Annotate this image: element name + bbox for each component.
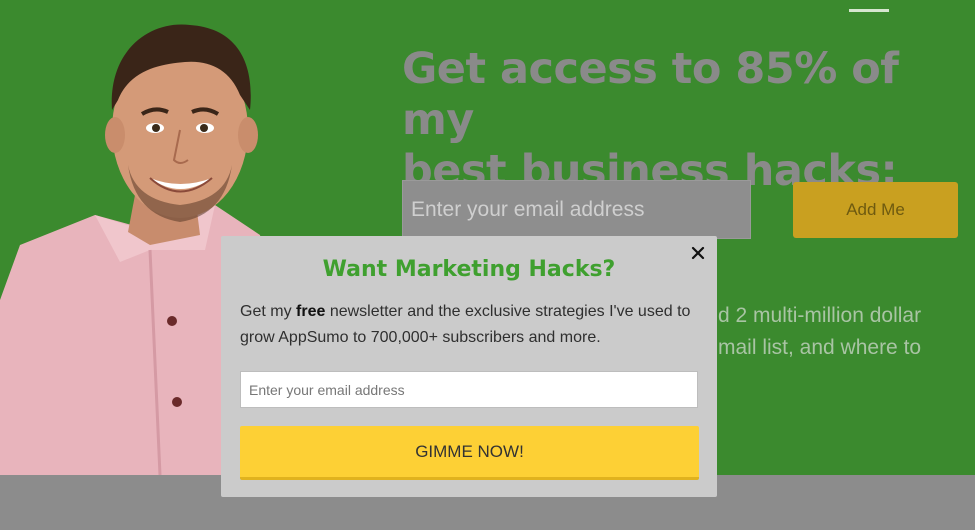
gimme-now-button[interactable]: GIMME NOW!	[240, 426, 699, 480]
hero-email-input[interactable]: Enter your email address	[402, 180, 751, 239]
modal-text-bold: free	[296, 303, 326, 320]
newsletter-modal: Want Marketing Hacks? Get my free newsle…	[221, 236, 717, 497]
headline: Get access to 85% of my best business ha…	[402, 44, 972, 197]
decorative-line	[849, 9, 889, 12]
add-me-button[interactable]: Add Me	[793, 182, 958, 238]
hero-body-line-2: mail list, and where to	[718, 336, 922, 359]
modal-text-prefix: Get my	[240, 303, 297, 320]
headline-line-1: Get access to 85% of my	[402, 44, 899, 145]
modal-description: Get my free newsletter and the exclusive…	[240, 299, 700, 351]
modal-title: Want Marketing Hacks?	[322, 257, 616, 282]
hero-body-text: d 2 multi-million dollar mail list, and …	[718, 300, 975, 364]
modal-email-input[interactable]	[240, 371, 698, 408]
hero-body-line-1: d 2 multi-million dollar	[718, 304, 922, 327]
page: Get access to 85% of my best business ha…	[0, 0, 975, 530]
